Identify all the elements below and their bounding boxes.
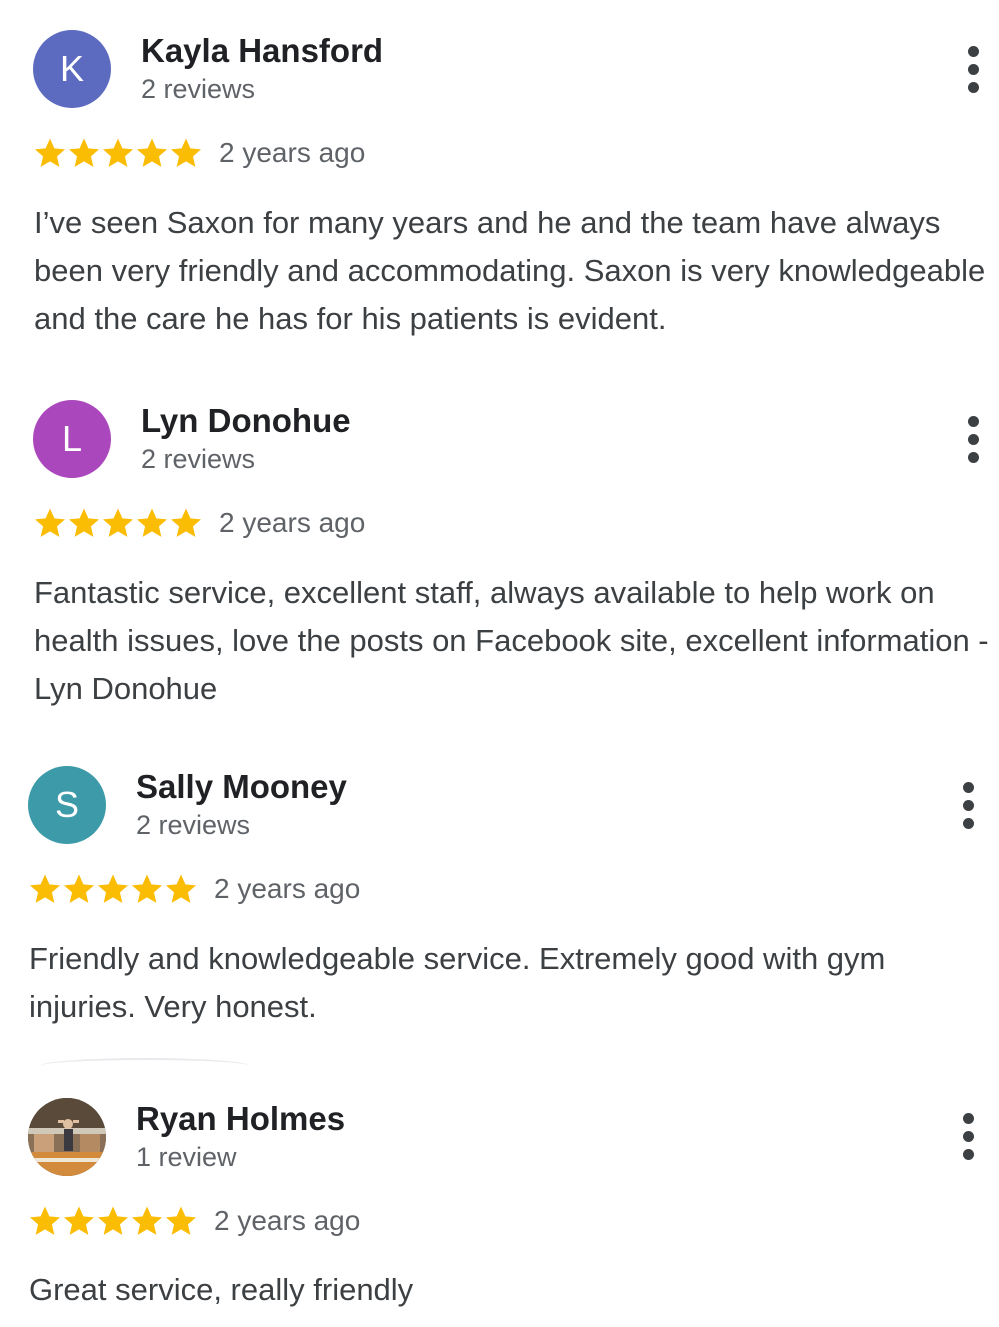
review-count: 2 reviews xyxy=(141,74,256,104)
star-icon xyxy=(68,138,100,167)
star-icon xyxy=(136,508,168,537)
reviewer-name[interactable]: Sally Mooney xyxy=(136,768,347,806)
star-icon xyxy=(63,874,95,903)
review-date: 2 years ago xyxy=(214,873,361,904)
star-icon xyxy=(170,138,202,167)
review-count: 2 reviews xyxy=(141,444,256,474)
star-icon xyxy=(97,1206,129,1235)
star-icon xyxy=(68,508,100,537)
review-text: I’ve seen Saxon for many years and he an… xyxy=(34,205,986,336)
review-count: 2 reviews xyxy=(136,810,251,840)
more-vert-icon[interactable] xyxy=(949,1108,989,1168)
review-count: 1 review xyxy=(136,1142,237,1172)
star-icon xyxy=(131,874,163,903)
star-icon xyxy=(165,1206,197,1235)
reviewer-name[interactable]: Kayla Hansford xyxy=(141,32,383,70)
avatar-photo[interactable] xyxy=(28,1098,106,1176)
star-icon xyxy=(34,508,66,537)
review-date: 2 years ago xyxy=(219,507,366,538)
star-icon xyxy=(97,874,129,903)
review-text: Fantastic service, excellent staff, alwa… xyxy=(34,575,989,706)
review-text: Friendly and knowledgeable service. Extr… xyxy=(29,941,886,1024)
star-icon xyxy=(102,508,134,537)
review-date: 2 years ago xyxy=(214,1205,361,1236)
more-vert-icon[interactable] xyxy=(954,411,994,471)
star-rating xyxy=(28,872,198,908)
star-icon xyxy=(102,138,134,167)
star-rating xyxy=(33,506,203,542)
star-icon xyxy=(136,138,168,167)
star-rating xyxy=(33,136,203,172)
review-date: 2 years ago xyxy=(219,137,366,168)
star-icon xyxy=(170,508,202,537)
more-vert-icon[interactable] xyxy=(949,777,989,837)
star-icon xyxy=(29,874,61,903)
star-rating xyxy=(28,1204,198,1240)
review-text: Great service, really friendly xyxy=(29,1272,414,1307)
star-icon xyxy=(63,1206,95,1235)
more-vert-icon[interactable] xyxy=(954,41,994,101)
reviewer-name[interactable]: Lyn Donohue xyxy=(141,402,351,440)
avatar[interactable]: K xyxy=(33,30,111,108)
star-icon xyxy=(165,874,197,903)
reviewer-name[interactable]: Ryan Holmes xyxy=(136,1100,345,1138)
star-icon xyxy=(34,138,66,167)
divider xyxy=(40,1058,250,1074)
star-icon xyxy=(29,1206,61,1235)
avatar[interactable]: S xyxy=(28,766,106,844)
star-icon xyxy=(131,1206,163,1235)
avatar[interactable]: L xyxy=(33,400,111,478)
